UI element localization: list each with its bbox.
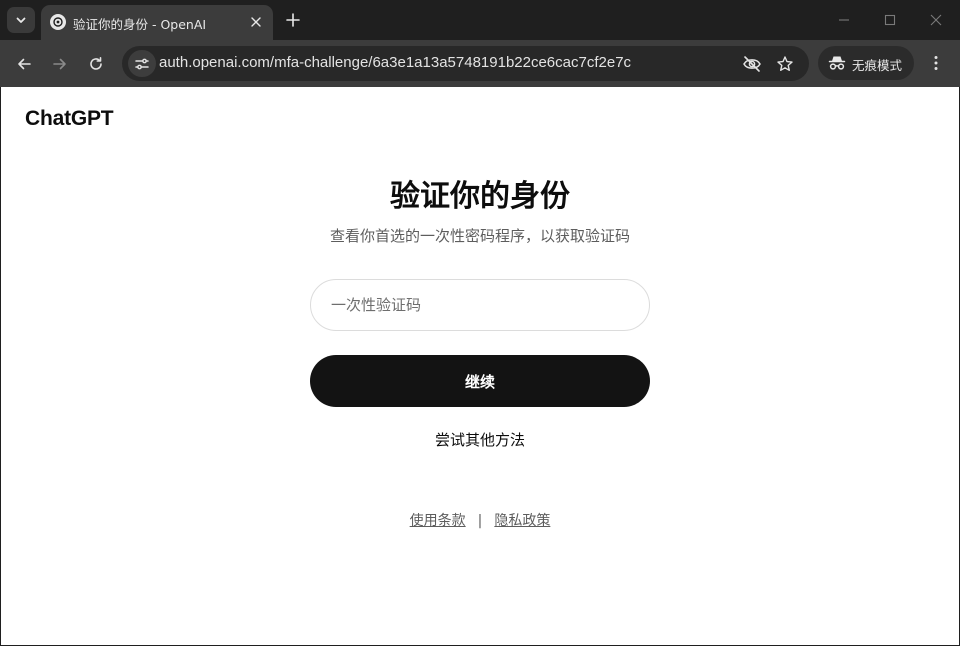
chevron-down-icon	[16, 17, 26, 23]
close-window-button[interactable]	[923, 8, 949, 32]
minimize-button[interactable]	[831, 8, 857, 32]
chatgpt-logo[interactable]: ChatGPT	[25, 107, 114, 131]
continue-button[interactable]: 继续	[310, 355, 650, 407]
tab-list-button[interactable]	[7, 7, 35, 33]
url-text[interactable]: auth.openai.com/mfa-challenge/6a3e1a13a5…	[159, 54, 631, 71]
forward-arrow-icon	[53, 58, 66, 70]
page-subtitle: 查看你首选的一次性密码程序，以获取验证码	[329, 227, 630, 245]
back-arrow-icon	[18, 58, 31, 70]
tracking-protection-button[interactable]	[740, 52, 764, 76]
back-button[interactable]	[11, 51, 37, 77]
star-icon	[777, 56, 793, 71]
maximize-icon	[884, 14, 896, 26]
site-info-button[interactable]	[128, 50, 156, 77]
forward-button[interactable]	[47, 51, 73, 77]
browser-toolbar: auth.openai.com/mfa-challenge/6a3e1a13a5…	[0, 40, 960, 87]
close-icon	[930, 14, 942, 26]
reload-button[interactable]	[83, 51, 109, 77]
incognito-badge[interactable]: 无痕模式	[818, 46, 914, 80]
bookmark-button[interactable]	[773, 52, 797, 76]
tab-title: 验证你的身份 - OpenAI	[73, 17, 207, 32]
eye-slash-icon	[743, 56, 761, 72]
browser-window: 验证你的身份 - OpenAI auth.openai.com/mfa-chal…	[0, 0, 960, 646]
footer-separator: |	[477, 513, 483, 529]
page-title: 验证你的身份	[390, 179, 570, 214]
incognito-icon	[828, 56, 846, 70]
page-content: ChatGPT 验证你的身份 查看你首选的一次性密码程序，以获取验证码 继续 尝…	[1, 87, 959, 645]
tab-strip: 验证你的身份 - OpenAI	[0, 0, 960, 40]
address-bar[interactable]: auth.openai.com/mfa-challenge/6a3e1a13a5…	[122, 46, 809, 81]
plus-icon	[286, 13, 300, 27]
privacy-policy-link[interactable]: 隐私政策	[494, 513, 550, 529]
site-info-icon	[135, 58, 149, 69]
kebab-menu-icon	[934, 56, 938, 70]
reload-icon	[90, 57, 102, 70]
tab-close-button[interactable]	[247, 13, 265, 31]
close-icon	[251, 17, 261, 27]
maximize-button[interactable]	[877, 8, 903, 32]
footer-links: 使用条款 | 隐私政策	[1, 510, 959, 530]
new-tab-button[interactable]	[282, 9, 304, 31]
browser-menu-button[interactable]	[924, 51, 948, 75]
incognito-label: 无痕模式	[852, 58, 903, 73]
otp-code-input[interactable]	[310, 279, 650, 331]
try-another-method-link[interactable]: 尝试其他方法	[1, 429, 959, 450]
active-tab[interactable]: 验证你的身份 - OpenAI	[41, 5, 273, 40]
minimize-icon	[839, 19, 849, 21]
terms-of-use-link[interactable]: 使用条款	[410, 513, 466, 529]
openai-icon	[50, 14, 66, 30]
